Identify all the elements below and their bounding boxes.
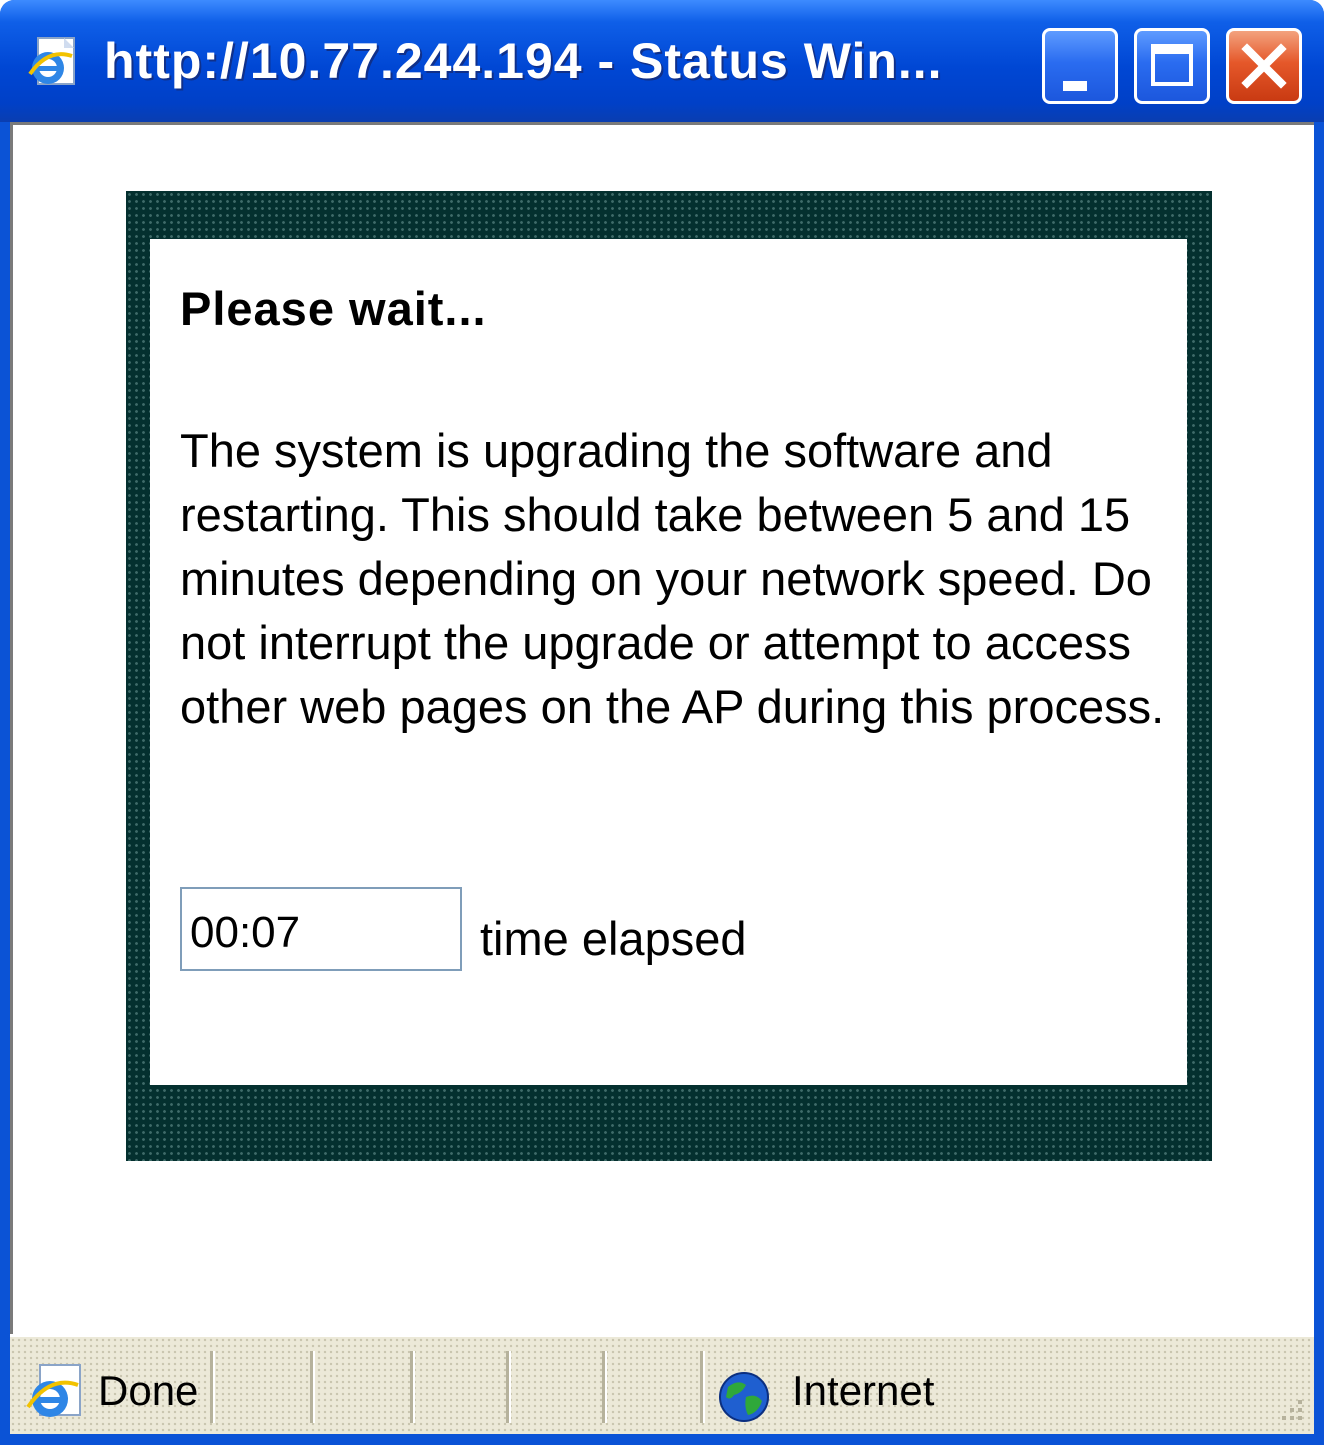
status-divider <box>700 1351 705 1423</box>
elapsed-time-label: time elapsed <box>480 912 747 965</box>
security-zone-text: Internet <box>792 1367 935 1414</box>
page-title: Please wait... <box>180 282 487 335</box>
browser-popup-window: http://10.77.244.194 - Status Win... Ple… <box>0 0 1324 1445</box>
maximize-icon <box>1151 44 1193 86</box>
window-title: http://10.77.244.194 - Status Win... <box>104 33 943 89</box>
elapsed-time-field[interactable] <box>180 887 462 971</box>
close-button[interactable] <box>1226 28 1302 104</box>
close-icon <box>1241 43 1287 89</box>
minimize-button[interactable] <box>1042 28 1118 104</box>
status-bar: Done Internet <box>10 1334 1314 1434</box>
status-panel-body: Please wait... The system is upgrading t… <box>150 239 1187 1085</box>
status-panel: Please wait... The system is upgrading t… <box>126 191 1212 1161</box>
maximize-button[interactable] <box>1134 28 1210 104</box>
status-divider <box>506 1351 511 1423</box>
upgrade-message: The system is upgrading the software and… <box>180 424 1165 733</box>
resize-grip-icon[interactable] <box>1270 1392 1306 1428</box>
globe-icon <box>719 1372 769 1422</box>
minimize-icon <box>1063 81 1087 91</box>
status-text: Done <box>98 1367 199 1414</box>
status-divider <box>602 1351 607 1423</box>
title-bar[interactable]: http://10.77.244.194 - Status Win... <box>0 0 1324 122</box>
status-divider <box>410 1351 415 1423</box>
page-content: Please wait... The system is upgrading t… <box>10 122 1314 1334</box>
status-divider <box>210 1351 215 1423</box>
ie-page-icon <box>28 37 75 85</box>
status-divider <box>310 1351 315 1423</box>
ie-icon <box>26 1364 81 1417</box>
